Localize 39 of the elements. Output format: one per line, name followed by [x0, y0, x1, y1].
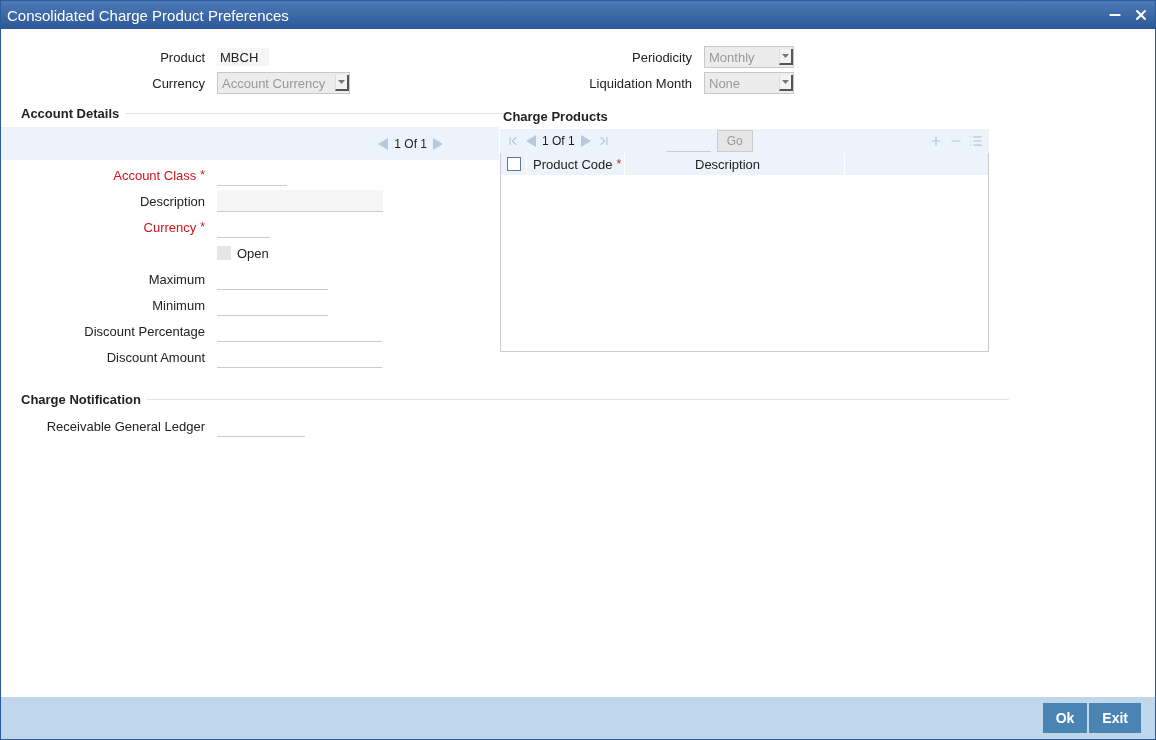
- left-triangle-icon[interactable]: [526, 135, 536, 147]
- product-value: MBCH: [217, 48, 269, 66]
- section-title: Charge Products: [502, 108, 609, 126]
- window-title: Consolidated Charge Product Preferences: [7, 6, 289, 24]
- action-button[interactable]: Ok: [1042, 703, 1088, 733]
- field-label: Currency: [152, 75, 205, 91]
- field-label: Description: [139, 193, 205, 209]
- field-label: Maximum: [148, 271, 205, 287]
- required-mark: *: [200, 167, 205, 182]
- right-triangle-icon[interactable]: [580, 135, 591, 147]
- input-field[interactable]: [217, 190, 383, 212]
- add-icon[interactable]: [929, 134, 943, 148]
- field-label: Periodicity: [632, 49, 692, 65]
- field-label: Account Class: [113, 167, 197, 183]
- field-label: Currency: [143, 219, 197, 235]
- action-button[interactable]: Exit: [1089, 703, 1141, 733]
- required-mark: *: [200, 219, 205, 234]
- right-triangle-icon[interactable]: [433, 137, 443, 150]
- column-header: Product Code: [533, 156, 613, 172]
- required-mark: *: [616, 157, 622, 171]
- close-icon[interactable]: [1133, 7, 1149, 23]
- field-label: Product: [160, 49, 205, 65]
- field-label: Minimum: [152, 297, 205, 313]
- checkbox-label: Open: [237, 245, 269, 261]
- select-all-checkbox[interactable]: [507, 157, 521, 171]
- list-icon[interactable]: [969, 134, 983, 148]
- field-label: Discount Percentage: [84, 323, 205, 339]
- page-indicator: 1 Of 1: [542, 134, 575, 148]
- field-label: Discount Amount: [106, 349, 205, 365]
- section-title: Charge Notification: [21, 392, 141, 407]
- column-header: Description: [695, 156, 761, 172]
- page-indicator: 1 Of 1: [394, 136, 427, 151]
- field-label: Receivable General Ledger: [46, 418, 205, 434]
- go-button[interactable]: Go: [716, 130, 753, 152]
- section-title: Account Details: [21, 106, 120, 121]
- first-page-icon[interactable]: [506, 134, 520, 148]
- left-triangle-icon[interactable]: [378, 137, 389, 150]
- field-label: Liquidation Month: [589, 75, 692, 91]
- checkbox[interactable]: [217, 246, 231, 260]
